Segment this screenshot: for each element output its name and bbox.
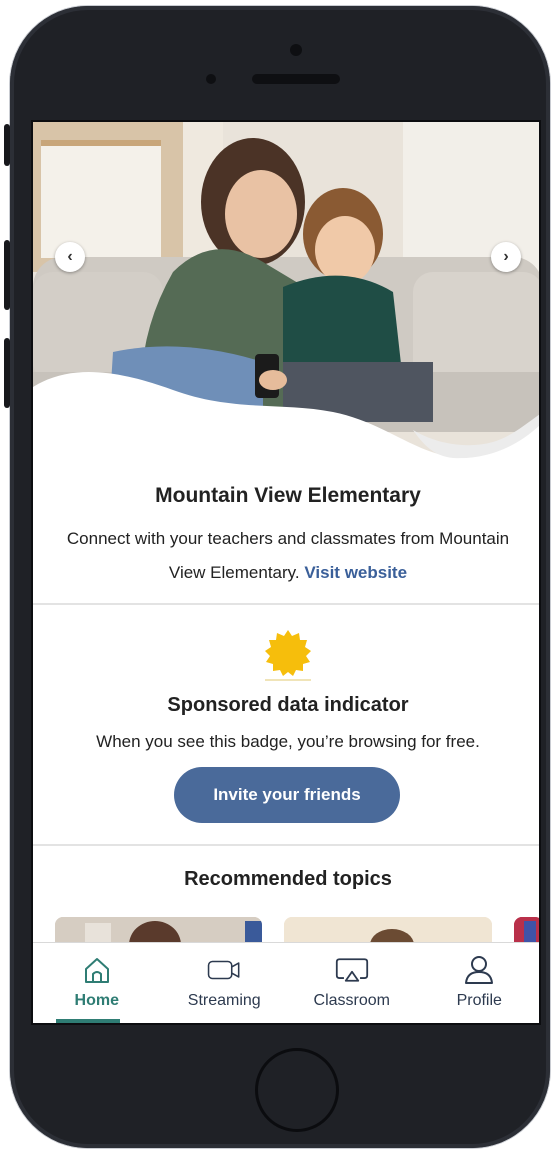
screen-cast-icon: [335, 955, 369, 985]
mute-switch[interactable]: [4, 124, 10, 166]
bottom-tab-bar: Home Streaming Classroom Profile: [33, 942, 540, 1023]
chevron-left-icon: ‹: [67, 248, 73, 265]
carousel-next-button[interactable]: ›: [491, 242, 521, 272]
school-description: Connect with your teachers and classmate…: [53, 522, 523, 590]
proximity-sensor: [206, 74, 216, 84]
app-screen: ‹ › Mountain View Elementary Connect wit…: [31, 120, 541, 1025]
video-camera-icon: [207, 955, 241, 985]
tab-home[interactable]: Home: [33, 943, 161, 1023]
visit-website-link[interactable]: Visit website: [304, 563, 407, 582]
tab-label: Profile: [456, 992, 502, 1009]
hero-carousel[interactable]: ‹ ›: [33, 122, 539, 467]
carousel-prev-button[interactable]: ‹: [55, 242, 85, 272]
volume-up-button[interactable]: [4, 240, 10, 310]
tab-classroom[interactable]: Classroom: [288, 943, 416, 1023]
volume-down-button[interactable]: [4, 338, 10, 408]
section-divider: [33, 603, 539, 605]
tab-label: Home: [74, 992, 119, 1009]
home-hardware-button[interactable]: [255, 1048, 339, 1132]
hero-image: [33, 122, 539, 467]
front-camera: [290, 44, 302, 56]
school-title: Mountain View Elementary: [155, 484, 421, 507]
recommended-topics-title: Recommended topics: [184, 868, 392, 890]
earpiece-speaker: [252, 74, 340, 84]
badge-shadow: [265, 679, 311, 681]
active-tab-indicator: [56, 1019, 120, 1023]
sponsored-title: Sponsored data indicator: [167, 694, 409, 716]
invite-friends-button[interactable]: Invite your friends: [174, 767, 400, 823]
home-icon: [80, 955, 114, 985]
person-icon: [462, 955, 496, 985]
school-description-text: Connect with your teachers and classmate…: [66, 529, 510, 582]
section-divider: [33, 844, 539, 846]
tab-profile[interactable]: Profile: [416, 943, 540, 1023]
chevron-right-icon: ›: [503, 248, 509, 265]
tab-label: Classroom: [313, 992, 390, 1009]
tab-streaming[interactable]: Streaming: [161, 943, 289, 1023]
sponsored-description: When you see this badge, you’re browsing…: [96, 732, 480, 751]
tab-label: Streaming: [187, 992, 261, 1009]
sponsored-badge-icon: [265, 630, 311, 676]
